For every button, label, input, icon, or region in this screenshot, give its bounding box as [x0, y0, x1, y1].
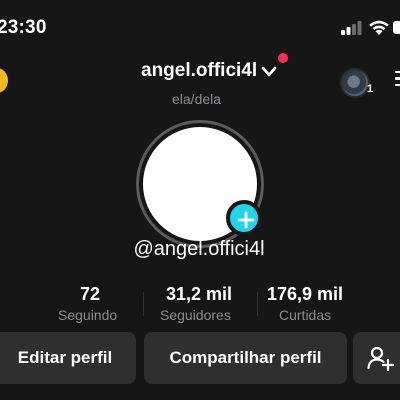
stats-divider: [257, 292, 258, 316]
following-count[interactable]: 72: [80, 284, 100, 305]
signal-icon: [341, 21, 362, 35]
followers-count[interactable]: 31,2 mil: [166, 284, 232, 305]
status-time: 23:30: [0, 17, 47, 38]
plus-icon: [237, 211, 255, 229]
followers-label[interactable]: Seguidores: [160, 307, 231, 323]
avatar-count: 1: [367, 83, 374, 95]
likes-label[interactable]: Curtidas: [279, 307, 331, 323]
edit-profile-label: Editar perfil: [17, 348, 113, 367]
wifi-icon: [369, 20, 389, 35]
notification-dot: [278, 53, 288, 63]
profile-handle: @angel.offici4l: [133, 238, 265, 260]
share-profile-label: Compartilhar perfil: [169, 348, 322, 367]
username-title[interactable]: angel.offici4l: [141, 60, 257, 82]
stats-divider: [143, 292, 144, 316]
edit-profile-button[interactable]: Editar perfil: [0, 332, 136, 384]
add-friend-button[interactable]: [353, 332, 400, 384]
avatar-switcher-icon[interactable]: [340, 68, 370, 98]
menu-icon[interactable]: [395, 71, 400, 89]
add-user-icon: [367, 346, 395, 371]
battery-icon: [393, 21, 400, 34]
coin-icon[interactable]: [0, 68, 8, 93]
likes-count[interactable]: 176,9 mil: [267, 284, 343, 305]
add-photo-button[interactable]: [226, 200, 262, 236]
share-profile-button[interactable]: Compartilhar perfil: [144, 332, 347, 384]
following-label[interactable]: Seguindo: [58, 307, 117, 323]
chevron-down-icon[interactable]: [261, 66, 277, 78]
pronouns: ela/dela: [172, 91, 222, 107]
